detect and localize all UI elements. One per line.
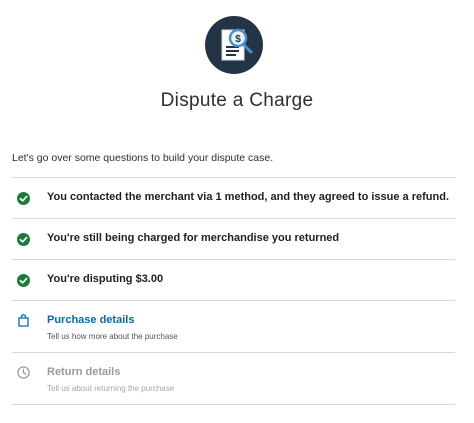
- completed-item-label: You're still being charged for merchandi…: [47, 232, 340, 244]
- svg-text:$: $: [235, 34, 241, 45]
- document-dollar-magnifier-icon: $: [205, 16, 263, 74]
- completed-item-dispute-amount: You're disputing $3.00: [12, 260, 455, 301]
- completed-item-label: You contacted the merchant via 1 method,…: [47, 191, 449, 203]
- step-return-details-subtitle: Tell us about returning the purchase: [47, 384, 175, 393]
- completed-item-merchant-contact: You contacted the merchant via 1 method,…: [12, 178, 455, 219]
- dispute-steps-list: You contacted the merchant via 1 method,…: [12, 177, 455, 405]
- completed-item-label: You're disputing $3.00: [47, 273, 164, 285]
- step-purchase-details-label[interactable]: Purchase details: [47, 314, 134, 326]
- check-circle-icon: [17, 233, 30, 246]
- step-return-details-label: Return details: [47, 366, 121, 378]
- check-circle-icon: [17, 274, 30, 287]
- page-title: Dispute a Charge: [160, 90, 314, 111]
- completed-item-returned-merchandise: You're still being charged for merchandi…: [12, 219, 455, 260]
- intro-text: Let's go over some questions to build yo…: [12, 152, 274, 164]
- step-purchase-details-subtitle: Tell us how more about the purchase: [47, 332, 178, 341]
- check-circle-icon: [17, 192, 30, 205]
- step-purchase-details[interactable]: Purchase details Tell us how more about …: [12, 301, 455, 353]
- clock-icon: [17, 366, 30, 379]
- shopping-bag-icon: [18, 314, 29, 327]
- step-return-details: Return details Tell us about returning t…: [12, 353, 455, 405]
